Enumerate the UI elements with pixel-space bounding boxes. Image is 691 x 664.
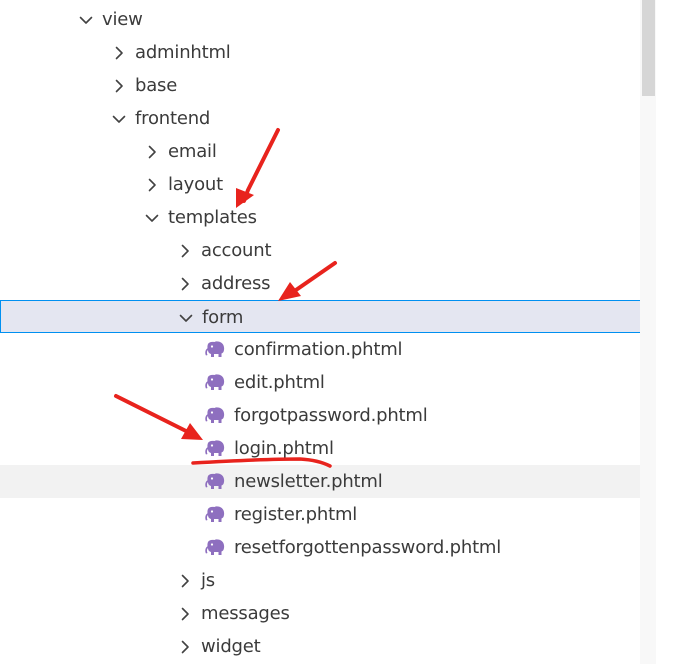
chevron-down-icon[interactable] [178,310,194,326]
tree-file-row[interactable]: newsletter.phtml [0,465,656,498]
tree-file-row[interactable]: register.phtml [0,498,656,531]
php-elephant-icon [205,539,225,556]
chevron-right-icon[interactable] [177,639,193,655]
tree-folder-row[interactable]: address [0,267,656,300]
chevron-right-icon[interactable] [177,243,193,259]
tree-item-label: form [202,307,244,328]
chevron-right-icon[interactable] [111,45,127,61]
tree-folder-row[interactable]: base [0,69,656,102]
tree-item-label: forgotpassword.phtml [234,405,428,426]
chevron-right-icon[interactable] [177,573,193,589]
tree-item-label: newsletter.phtml [234,471,383,492]
tree-item-label: frontend [135,108,211,129]
php-elephant-icon [205,506,225,523]
chevron-right-icon[interactable] [111,78,127,94]
tree-item-label: login.phtml [234,438,334,459]
tree-folder-row[interactable]: frontend [0,102,656,135]
php-elephant-icon [205,341,225,358]
chevron-right-icon[interactable] [144,144,160,160]
php-elephant-icon [205,473,225,490]
tree-file-row[interactable]: resetforgottenpassword.phtml [0,531,656,564]
tree-item-label: base [135,75,178,96]
chevron-right-icon[interactable] [177,606,193,622]
tree-folder-row[interactable]: widget [0,630,656,663]
scrollbar-track[interactable] [640,0,656,664]
chevron-down-icon[interactable] [78,12,94,28]
tree-item-label: widget [201,636,261,657]
tree-folder-row[interactable]: email [0,135,656,168]
tree-folder-row[interactable]: form [0,300,656,333]
tree-item-label: account [201,240,272,261]
scrollbar-thumb[interactable] [642,0,655,96]
tree-folder-row[interactable]: messages [0,597,656,630]
tree-folder-row[interactable]: adminhtml [0,36,656,69]
tree-folder-row[interactable]: view [0,3,656,36]
php-elephant-icon [205,440,225,457]
tree-folder-row[interactable]: templates [0,201,656,234]
tree-file-row[interactable]: login.phtml [0,432,656,465]
tree-folder-row[interactable]: layout [0,168,656,201]
tree-folder-row[interactable]: js [0,564,656,597]
tree-item-label: confirmation.phtml [234,339,403,360]
tree-file-row[interactable]: forgotpassword.phtml [0,399,656,432]
tree-file-row[interactable]: confirmation.phtml [0,333,656,366]
tree-item-label: resetforgottenpassword.phtml [234,537,502,558]
tree-item-label: address [201,273,271,294]
tree-folder-row[interactable]: account [0,234,656,267]
tree-item-label: edit.phtml [234,372,325,393]
php-elephant-icon [205,407,225,424]
chevron-down-icon[interactable] [111,111,127,127]
tree-item-label: adminhtml [135,42,231,63]
php-elephant-icon [205,374,225,391]
chevron-right-icon[interactable] [144,177,160,193]
tree-item-label: register.phtml [234,504,358,525]
tree-item-label: js [201,570,215,591]
tree-item-label: templates [168,207,257,228]
tree-file-row[interactable]: edit.phtml [0,366,656,399]
chevron-right-icon[interactable] [177,276,193,292]
tree-item-label: view [102,9,143,30]
tree-item-label: email [168,141,217,162]
chevron-down-icon[interactable] [144,210,160,226]
tree-item-label: messages [201,603,290,624]
file-explorer-tree: view adminhtml base frontend email layout temp… [0,0,656,664]
tree-item-label: layout [168,174,223,195]
